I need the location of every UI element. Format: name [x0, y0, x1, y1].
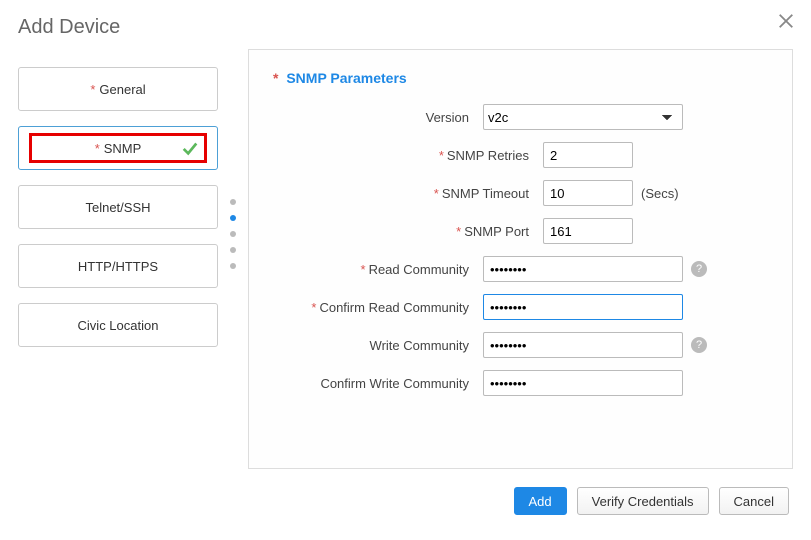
sidebar-item-general[interactable]: * General — [18, 67, 218, 111]
help-icon[interactable]: ? — [691, 261, 707, 277]
sidebar-item-http-https[interactable]: HTTP/HTTPS — [18, 244, 218, 288]
close-icon[interactable] — [777, 12, 795, 33]
sidebar-item-label: Telnet/SSH — [85, 200, 150, 215]
check-icon — [181, 139, 199, 160]
required-marker: * — [273, 70, 278, 86]
dialog-title: Add Device — [18, 16, 793, 39]
confirm-write-community-input[interactable] — [483, 370, 683, 396]
add-device-dialog: Add Device * General * SNMP Telnet/SSH H… — [0, 0, 811, 540]
section-heading: * SNMP Parameters — [273, 70, 768, 86]
sidebar-item-civic-location[interactable]: Civic Location — [18, 303, 218, 347]
snmp-retries-input[interactable] — [543, 142, 633, 168]
snmp-retries-label: *SNMP Retries — [333, 148, 543, 163]
version-label: Version — [273, 110, 483, 125]
confirm-read-community-input[interactable] — [483, 294, 683, 320]
dot — [230, 263, 236, 269]
write-community-label: Write Community — [273, 338, 483, 353]
read-community-label: *Read Community — [273, 262, 483, 277]
dot — [230, 199, 236, 205]
step-dots — [218, 49, 248, 469]
required-marker: * — [90, 82, 95, 97]
verify-credentials-button[interactable]: Verify Credentials — [577, 487, 709, 515]
sidebar-item-telnet-ssh[interactable]: Telnet/SSH — [18, 185, 218, 229]
confirm-write-community-label: Confirm Write Community — [273, 376, 483, 391]
add-button[interactable]: Add — [514, 487, 567, 515]
timeout-suffix: (Secs) — [641, 186, 679, 201]
section-title: SNMP Parameters — [286, 70, 406, 86]
cancel-button[interactable]: Cancel — [719, 487, 789, 515]
snmp-timeout-label: *SNMP Timeout — [333, 186, 543, 201]
version-select[interactable]: v2c — [483, 104, 683, 130]
sidebar-item-label: HTTP/HTTPS — [78, 259, 158, 274]
sidebar-item-snmp[interactable]: * SNMP — [18, 126, 218, 170]
sidebar-item-label: General — [99, 82, 145, 97]
read-community-input[interactable] — [483, 256, 683, 282]
main-panel: * SNMP Parameters Version v2c *SNMP Retr… — [248, 49, 793, 469]
dialog-footer: Add Verify Credentials Cancel — [18, 469, 793, 515]
dot — [230, 231, 236, 237]
snmp-port-input[interactable] — [543, 218, 633, 244]
dot — [230, 247, 236, 253]
write-community-input[interactable] — [483, 332, 683, 358]
confirm-read-community-label: *Confirm Read Community — [273, 300, 483, 315]
sidebar: * General * SNMP Telnet/SSH HTTP/HTTPS C… — [18, 49, 218, 469]
snmp-timeout-input[interactable] — [543, 180, 633, 206]
snmp-port-label: *SNMP Port — [333, 224, 543, 239]
dot-active — [230, 215, 236, 221]
help-icon[interactable]: ? — [691, 337, 707, 353]
sidebar-item-label: Civic Location — [78, 318, 159, 333]
